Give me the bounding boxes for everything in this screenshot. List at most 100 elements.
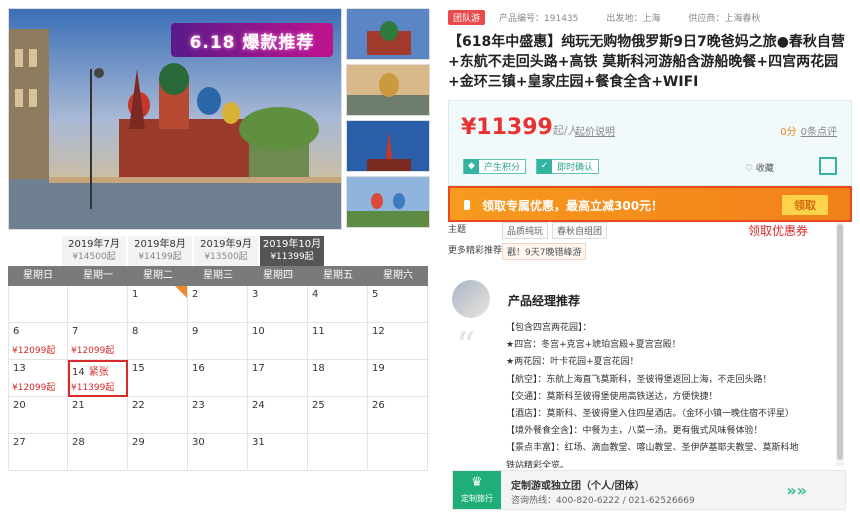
month-tab-aug[interactable]: 2019年8月 ¥14199起 [128, 236, 192, 266]
thumbnail-2[interactable] [346, 64, 430, 116]
reviews-link[interactable]: 0条点评 [801, 127, 837, 138]
footer-hotline: 咨询热线：400-820-6222 / 021-62526669 [511, 496, 695, 506]
calendar-day-cell[interactable] [68, 286, 128, 323]
calendar-day-cell[interactable]: 24 [248, 397, 308, 434]
manager-lines: 【包含四宫两花园】： ★四宫：冬宫+克宫+琥珀宫殿+夏宫宫殿！ ★两花园：叶卡花园+… [506, 320, 836, 468]
calendar-day-cell[interactable]: 20 [8, 397, 68, 434]
weekday-label: 星期四 [263, 270, 293, 281]
calendar-day-cell[interactable]: 12 [368, 323, 428, 360]
calendar-day-cell[interactable]: 7 ¥12099起 [68, 323, 128, 360]
calendar-day-cell[interactable]: 26 [368, 397, 428, 434]
month-label: 2019年8月 [134, 239, 186, 250]
day-number: 28 [72, 437, 85, 448]
calendar-day-cell[interactable]: 11 [308, 323, 368, 360]
calendar-day-cell[interactable]: 10 [248, 323, 308, 360]
day-number: 11 [312, 326, 325, 337]
calendar-day-cell[interactable]: 27 [8, 434, 68, 471]
calendar-day-cell[interactable] [8, 286, 68, 323]
calendar-day-cell[interactable]: 23 [188, 397, 248, 434]
month-price: ¥11399起 [270, 252, 314, 262]
thumbnail-4[interactable] [346, 176, 430, 228]
weekday-label: 星期五 [323, 270, 353, 281]
day-number: 10 [252, 326, 265, 337]
recommend-label: 更多精彩推荐 [448, 246, 503, 256]
day-price: ¥12099起 [12, 346, 56, 356]
product-title: 【618年中盛惠】纯玩无购物俄罗斯9日7晚爸妈之旅●春秋自营+东航不走回头路+高… [448, 34, 845, 90]
thumbnail-1[interactable] [346, 8, 430, 60]
crown-icon: 定制旅行 [453, 471, 501, 509]
month-tab-jul[interactable]: 2019年7月 ¥14500起 [62, 236, 126, 266]
day-number: 12 [372, 326, 385, 337]
calendar-day-cell[interactable]: 17 [248, 360, 308, 397]
topics-section: 主题 品质纯玩 春秋自组团 更多精彩推荐 戳！9天7晚错峰游 [448, 222, 840, 264]
availability-tag: 紧张 [88, 367, 109, 378]
quote-icon: “ [456, 324, 476, 368]
price-rule-link[interactable]: 起价说明 [575, 123, 615, 138]
calendar-day-cell[interactable]: 30 [188, 434, 248, 471]
day-price: ¥11399起 [71, 383, 115, 393]
day-number: 2 [192, 289, 199, 300]
calendar-day-cell[interactable]: 21 [68, 397, 128, 434]
day-price: ¥12099起 [71, 346, 115, 356]
day-number: 5 [372, 289, 379, 300]
month-label: 2019年7月 [68, 239, 120, 250]
day-price: ¥12099起 [12, 383, 56, 393]
qr-code-icon[interactable] [819, 157, 837, 175]
tour-type-badge: 团队游 [448, 9, 486, 25]
day-number: 6 [13, 326, 20, 337]
calendar-day-cell[interactable]: 4 [308, 286, 368, 323]
calendar-day-cell[interactable]: 8 [128, 323, 188, 360]
calendar-day-cell[interactable]: 14 紧张 ¥11399起 [68, 360, 128, 397]
theme-tag[interactable]: 春秋自组团 [552, 222, 608, 239]
calendar-day-cell[interactable] [368, 434, 428, 471]
favorite-button[interactable]: ♡ 收藏 [745, 161, 774, 174]
manager-line: 【境外餐食全含】：中餐为主，八菜一汤。更有俄式风味餐体验！ [506, 426, 763, 437]
calendar-row: 27 28 29 30 31 [8, 434, 428, 471]
day-number: 17 [252, 363, 265, 374]
coupon-bar[interactable]: 领取专属优惠，最高立减300元！ 领取 [448, 186, 852, 222]
calendar-day-cell[interactable] [308, 434, 368, 471]
calendar-day-cell[interactable]: 3 [248, 286, 308, 323]
calendar-day-cell[interactable]: 22 [128, 397, 188, 434]
calendar-day-cell[interactable]: 31 [248, 434, 308, 471]
weekday-label: 星期六 [383, 270, 413, 281]
calendar-day-cell[interactable]: 13 ¥12099起 [8, 360, 68, 397]
calendar-day-cell[interactable]: 28 [68, 434, 128, 471]
manager-line: ★两花园：叶卡花园+夏宫花园！ [506, 357, 639, 368]
recommend-tag[interactable]: 戳！9天7晚错峰游 [502, 243, 587, 260]
day-number: 19 [372, 363, 385, 374]
chip-label: 即时确认 [557, 163, 594, 173]
weekday-label: 星期一 [83, 270, 113, 281]
departure-city: 出发地：上海 [606, 13, 661, 24]
manager-line: 铁站精彩全览。 [506, 460, 570, 468]
instant-confirm-chip: ✓ 即时确认 [536, 159, 600, 174]
calendar-day-cell[interactable]: 6 ¥12099起 [8, 323, 68, 360]
calendar-day-cell[interactable]: 29 [128, 434, 188, 471]
scrollbar[interactable] [836, 222, 844, 466]
coupon-text: 领取专属优惠，最高立减300元！ [482, 199, 664, 213]
calendar-row: 1 2 3 4 5 [8, 286, 428, 323]
month-tab-sep[interactable]: 2019年9月 ¥13500起 [194, 236, 258, 266]
main-product-image[interactable]: 6.18 爆款推荐 [8, 8, 342, 230]
day-number: 4 [312, 289, 319, 300]
custom-tour-footer[interactable]: 定制旅行 定制游或独立团（个人/团体） 咨询热线：400-820-6222 / … [452, 470, 846, 510]
calendar-day-cell[interactable]: 25 [308, 397, 368, 434]
claim-coupon-button[interactable]: 领取 [782, 195, 828, 215]
thumbnail-3[interactable] [346, 120, 430, 172]
calendar-day-cell[interactable]: 18 [308, 360, 368, 397]
theme-tag[interactable]: 品质纯玩 [502, 222, 549, 239]
calendar-day-cell[interactable]: 16 [188, 360, 248, 397]
arrow-right-icon[interactable]: »» [786, 481, 807, 500]
month-tab-oct[interactable]: 2019年10月 ¥11399起 [260, 236, 324, 266]
date-calendar: 星期日 星期一 星期二 星期三 星期四 星期五 星期六 1 2 3 4 5 6 ¥12099… [8, 266, 428, 471]
manager-line: 【包含四宫两花园】： [506, 323, 592, 333]
calendar-day-cell[interactable]: 1 [128, 286, 188, 323]
rating: 0分 0条点评 [780, 123, 837, 138]
calendar-day-cell[interactable]: 9 [188, 323, 248, 360]
calendar-day-cell[interactable]: 5 [368, 286, 428, 323]
scrollbar-thumb[interactable] [837, 224, 843, 460]
product-info: 团队游 产品编号：191435 出发地：上海 供应商：上海春秋 【618年中盛惠… [448, 8, 852, 222]
calendar-day-cell[interactable]: 19 [368, 360, 428, 397]
calendar-day-cell[interactable]: 15 [128, 360, 188, 397]
calendar-day-cell[interactable]: 2 [188, 286, 248, 323]
